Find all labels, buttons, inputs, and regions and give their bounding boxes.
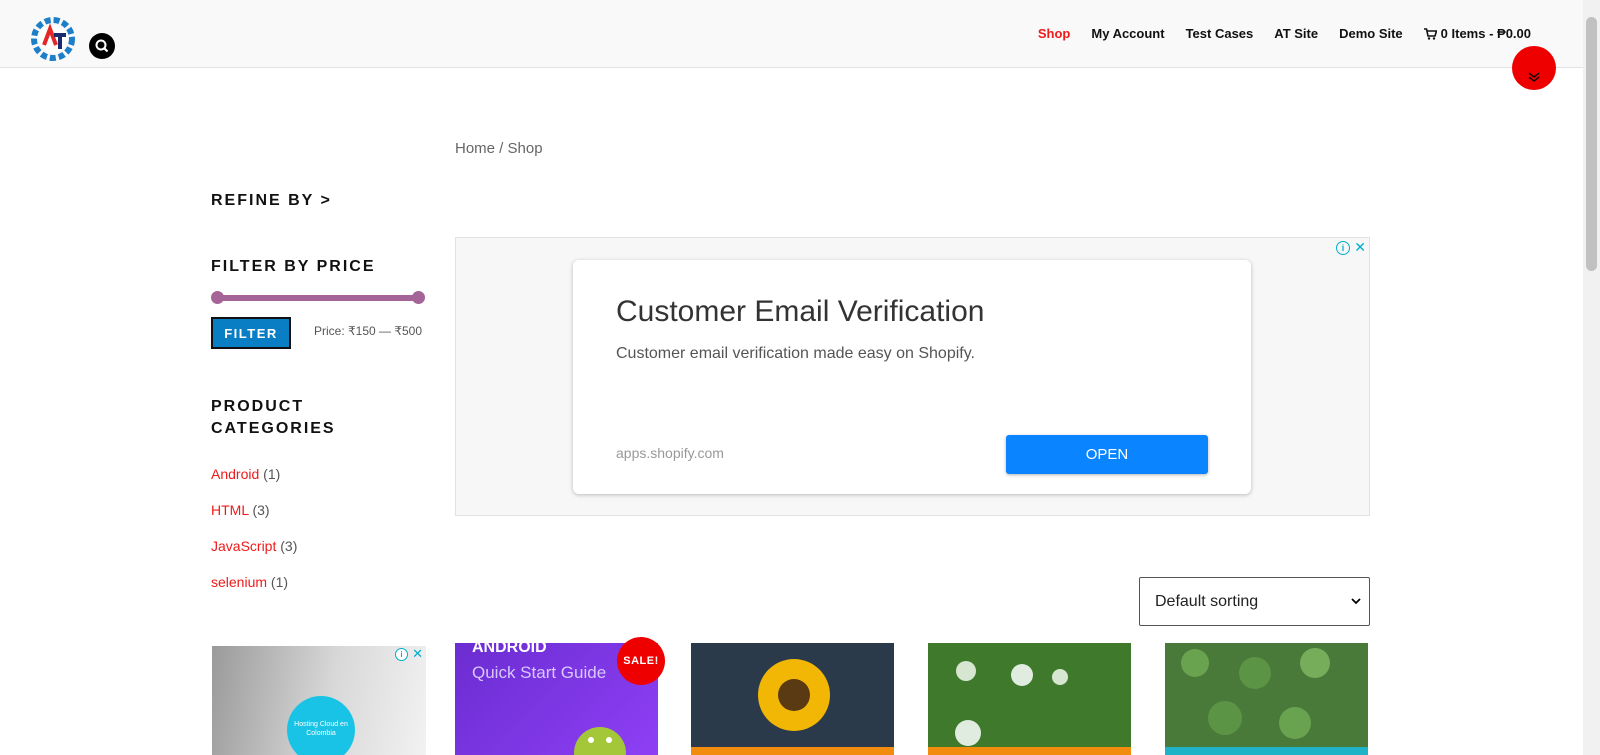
scrollbar-thumb[interactable] xyxy=(1586,17,1597,271)
category-link-javascript[interactable]: JavaScript xyxy=(211,538,276,554)
ad-open-button[interactable]: OPEN xyxy=(1006,435,1208,474)
category-count: (3) xyxy=(252,502,270,518)
category-count: (1) xyxy=(263,466,281,482)
price-slider-track[interactable] xyxy=(217,295,418,301)
category-link-android[interactable]: Android xyxy=(211,466,259,482)
site-logo[interactable] xyxy=(28,13,78,65)
category-item: JavaScript (3) xyxy=(211,538,297,554)
cart-icon xyxy=(1423,27,1437,40)
filter-button[interactable]: FILTER xyxy=(211,317,291,349)
category-count: (1) xyxy=(270,574,289,590)
category-item: Android (1) xyxy=(211,466,280,482)
price-slider-max-handle[interactable] xyxy=(412,291,425,304)
main-nav: Shop My Account Test Cases AT Site Demo … xyxy=(1038,26,1531,41)
sidebar-ad-info-icon[interactable]: i xyxy=(395,648,408,661)
nav-cart[interactable]: 0 Items - ₱0.00 xyxy=(1423,26,1531,41)
leaves-image xyxy=(1165,643,1368,755)
search-button[interactable] xyxy=(89,33,115,59)
price-slider-min-handle[interactable] xyxy=(211,291,224,304)
breadcrumb: Home / Shop xyxy=(455,140,543,157)
ad-close-icon[interactable]: ✕ xyxy=(1354,239,1366,256)
ad-description: Customer email verification made easy on… xyxy=(616,345,975,362)
android-robot-icon xyxy=(574,727,626,755)
sale-badge: SALE! xyxy=(617,637,665,685)
category-link-selenium[interactable]: selenium xyxy=(211,574,267,590)
cart-summary: 0 Items - ₱0.00 xyxy=(1440,26,1531,41)
sort-selected-value: Default sorting xyxy=(1155,592,1259,610)
scroll-down-button[interactable] xyxy=(1512,46,1556,90)
nav-shop[interactable]: Shop xyxy=(1038,26,1071,41)
search-icon xyxy=(95,39,109,53)
nav-my-account[interactable]: My Account xyxy=(1091,26,1164,41)
product-card-leaves[interactable] xyxy=(1165,643,1368,755)
ad-banner: i ✕ Customer Email Verification Customer… xyxy=(455,237,1370,516)
price-range-label: Price: ₹150 — ₹500 xyxy=(314,324,422,338)
sidebar-ad-badge: Hosting Cloud en Colombia xyxy=(287,696,355,755)
product-categories-heading: PRODUCT CATEGORIES xyxy=(211,398,336,437)
nav-demo-site[interactable]: Demo Site xyxy=(1339,26,1403,41)
category-item: selenium (1) xyxy=(211,574,288,590)
nav-at-site[interactable]: AT Site xyxy=(1274,26,1318,41)
refine-by-heading: REFINE BY > xyxy=(211,192,332,209)
category-link-html[interactable]: HTML xyxy=(211,502,249,518)
sort-select[interactable]: Default sorting xyxy=(1139,577,1370,626)
chevron-down-icon xyxy=(1528,72,1540,82)
ad-card[interactable]: Customer Email Verification Customer ema… xyxy=(573,260,1251,494)
sidebar-ad-close-icon[interactable]: ✕ xyxy=(412,646,423,662)
raindrops-image xyxy=(928,643,1131,755)
product-card-raindrops[interactable] xyxy=(928,643,1131,755)
product-card-sunflower[interactable] xyxy=(691,643,894,755)
ad-url: apps.shopify.com xyxy=(616,445,724,461)
page-scrollbar[interactable] xyxy=(1583,0,1600,755)
nav-test-cases[interactable]: Test Cases xyxy=(1186,26,1254,41)
site-header: Shop My Account Test Cases AT Site Demo … xyxy=(0,0,1583,68)
sidebar-ad[interactable]: Hosting Cloud en Colombia i ✕ xyxy=(212,646,426,755)
category-count: (3) xyxy=(280,538,298,554)
chevron-down-icon xyxy=(1351,592,1361,608)
category-item: HTML (3) xyxy=(211,502,270,518)
filter-by-price-heading: FILTER BY PRICE xyxy=(211,258,376,275)
sunflower-image xyxy=(691,643,894,755)
product-title: ANDROID xyxy=(472,643,547,656)
ad-info-icon[interactable]: i xyxy=(1336,241,1350,255)
ad-headline: Customer Email Verification xyxy=(616,295,985,328)
product-subtitle: Quick Start Guide xyxy=(472,663,607,682)
